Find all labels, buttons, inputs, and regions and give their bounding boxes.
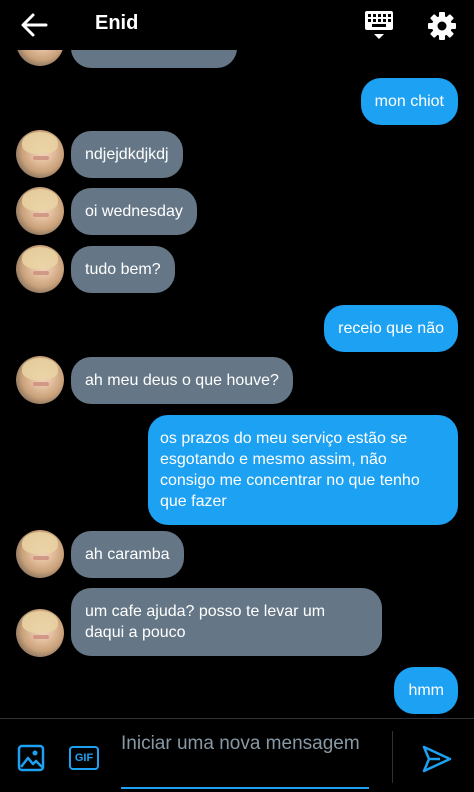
arrow-left-icon <box>21 13 48 37</box>
add-image-button[interactable] <box>16 743 46 773</box>
avatar[interactable] <box>16 356 64 404</box>
add-gif-button[interactable]: GIF <box>69 746 99 770</box>
dm-conversation-screen: Enid mon chiot ndjejdkdjkdj oi wednesday… <box>0 0 474 792</box>
send-button[interactable] <box>420 743 454 775</box>
keyboard-icon <box>365 11 393 39</box>
message-bubble-outgoing[interactable]: os prazos do meu serviço estão se esgota… <box>148 415 458 525</box>
message-list[interactable]: mon chiot ndjejdkdjkdj oi wednesday tudo… <box>0 50 474 718</box>
message-input[interactable]: Iniciar uma nova mensagem <box>121 731 369 789</box>
avatar[interactable] <box>16 530 64 578</box>
message-bubble-outgoing[interactable]: mon chiot <box>360 78 458 125</box>
composer-divider <box>392 731 393 783</box>
message-bubble-incoming[interactable] <box>71 50 237 68</box>
message-bubble-outgoing[interactable]: receio que não <box>324 305 458 352</box>
message-bubble-incoming[interactable]: ah meu deus o que houve? <box>71 357 293 404</box>
settings-button[interactable] <box>424 8 460 44</box>
send-icon <box>422 745 452 773</box>
back-button[interactable] <box>18 10 50 40</box>
message-bubble-incoming[interactable]: ndjejdkdjkdj <box>71 131 183 178</box>
conversation-header: Enid <box>0 0 474 50</box>
avatar[interactable] <box>16 130 64 178</box>
conversation-title[interactable]: Enid <box>95 12 138 35</box>
message-composer: GIF Iniciar uma nova mensagem <box>0 718 474 792</box>
message-bubble-incoming[interactable]: tudo bem? <box>71 246 175 293</box>
message-bubble-outgoing[interactable]: hmm <box>394 667 458 714</box>
message-bubble-incoming[interactable]: ah caramba <box>71 531 184 578</box>
keyboard-button[interactable] <box>362 8 396 42</box>
image-icon <box>17 744 45 772</box>
message-bubble-incoming[interactable]: um cafe ajuda? posso te levar um daqui a… <box>71 588 382 656</box>
message-bubble-incoming[interactable]: oi wednesday <box>71 188 197 235</box>
avatar[interactable] <box>16 609 64 657</box>
avatar[interactable] <box>16 245 64 293</box>
avatar[interactable] <box>16 187 64 235</box>
avatar[interactable] <box>16 50 64 66</box>
gear-icon <box>428 12 456 40</box>
